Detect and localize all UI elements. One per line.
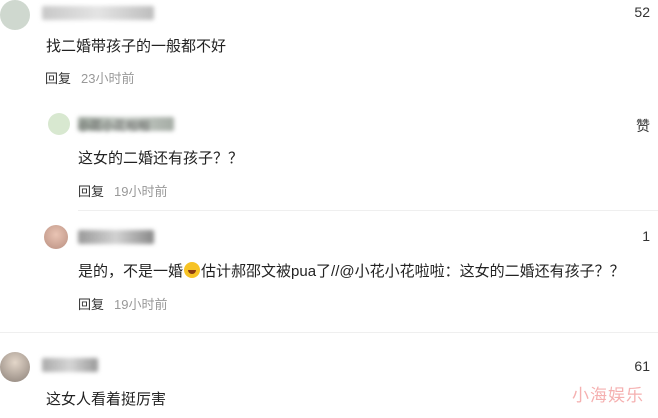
comment-meta: 回复 19小时前 <box>78 294 167 313</box>
comment-text: 找二婚带孩子的一般都不好 <box>46 38 227 55</box>
reply-button[interactable]: 回复 <box>78 184 104 199</box>
comment-text: 这女人看着挺厉害 <box>46 391 167 408</box>
avatar[interactable] <box>0 0 30 30</box>
watermark: 小海娱乐 <box>572 386 644 405</box>
timestamp: 19小时前 <box>114 184 168 199</box>
divider <box>0 332 658 333</box>
reply-button[interactable]: 回复 <box>45 71 71 86</box>
like-count[interactable]: 1 <box>642 228 650 244</box>
avatar[interactable] <box>0 352 30 382</box>
rolling-laugh-emoji <box>184 262 201 278</box>
timestamp: 23小时前 <box>81 71 135 86</box>
reply-button[interactable]: 回复 <box>78 297 104 312</box>
avatar[interactable] <box>48 113 70 135</box>
username-blurred[interactable] <box>42 6 154 20</box>
username-blurred[interactable]: 小花小花啦啦 <box>78 117 174 133</box>
divider <box>78 210 658 211</box>
comment-meta: 回复 23小时前 <box>45 68 134 87</box>
comment-text: 是的，不是一婚 估计郝邵文被pua了//@小花小花啦啦：这女的二婚还有孩子？？ <box>78 262 625 280</box>
username-blurred[interactable] <box>42 358 98 372</box>
comment-text: 这女的二婚还有孩子？？ <box>78 150 244 167</box>
like-count[interactable]: 52 <box>634 4 650 20</box>
timestamp: 19小时前 <box>114 297 168 312</box>
avatar[interactable] <box>44 225 68 249</box>
username-blurred[interactable] <box>78 230 154 244</box>
like-button[interactable]: 赞 <box>636 116 650 136</box>
comment-meta: 回复 19小时前 <box>78 181 167 200</box>
like-count[interactable]: 61 <box>634 358 650 374</box>
